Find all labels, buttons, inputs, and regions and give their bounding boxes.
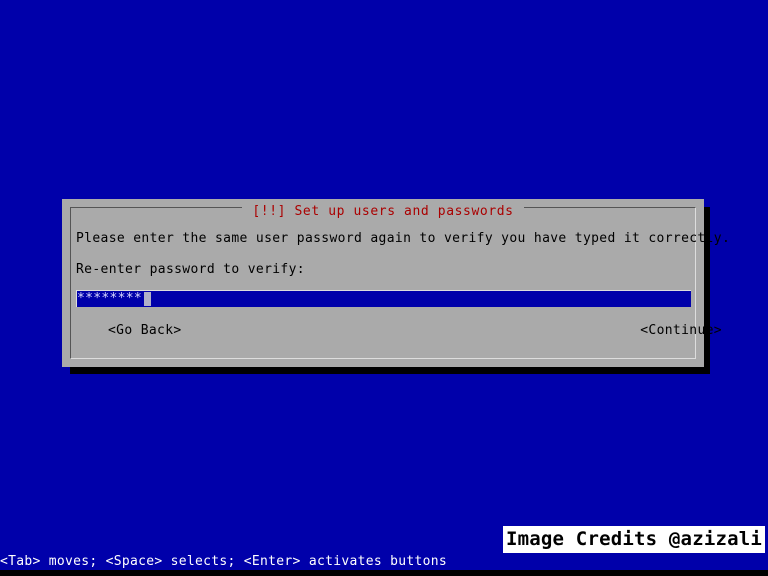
setup-users-and-passwords-dialog: [!!] Set up users and passwords <box>62 199 704 367</box>
continue-button[interactable]: <Continue> <box>640 323 722 339</box>
go-back-button[interactable]: <Go Back> <box>108 323 182 339</box>
bottom-black-bar <box>0 570 768 576</box>
password-verify-prompt: Please enter the same user password agai… <box>76 231 731 246</box>
password-field-underline: ________________________________________… <box>76 303 691 306</box>
image-credits-watermark: Image Credits @azizali <box>503 526 765 553</box>
installer-screen: [!!] Set up users and passwords Please e… <box>0 0 768 576</box>
keyboard-help-bar: <Tab> moves; <Space> selects; <Enter> ac… <box>0 554 447 569</box>
reenter-password-label: Re-enter password to verify: <box>76 262 305 277</box>
